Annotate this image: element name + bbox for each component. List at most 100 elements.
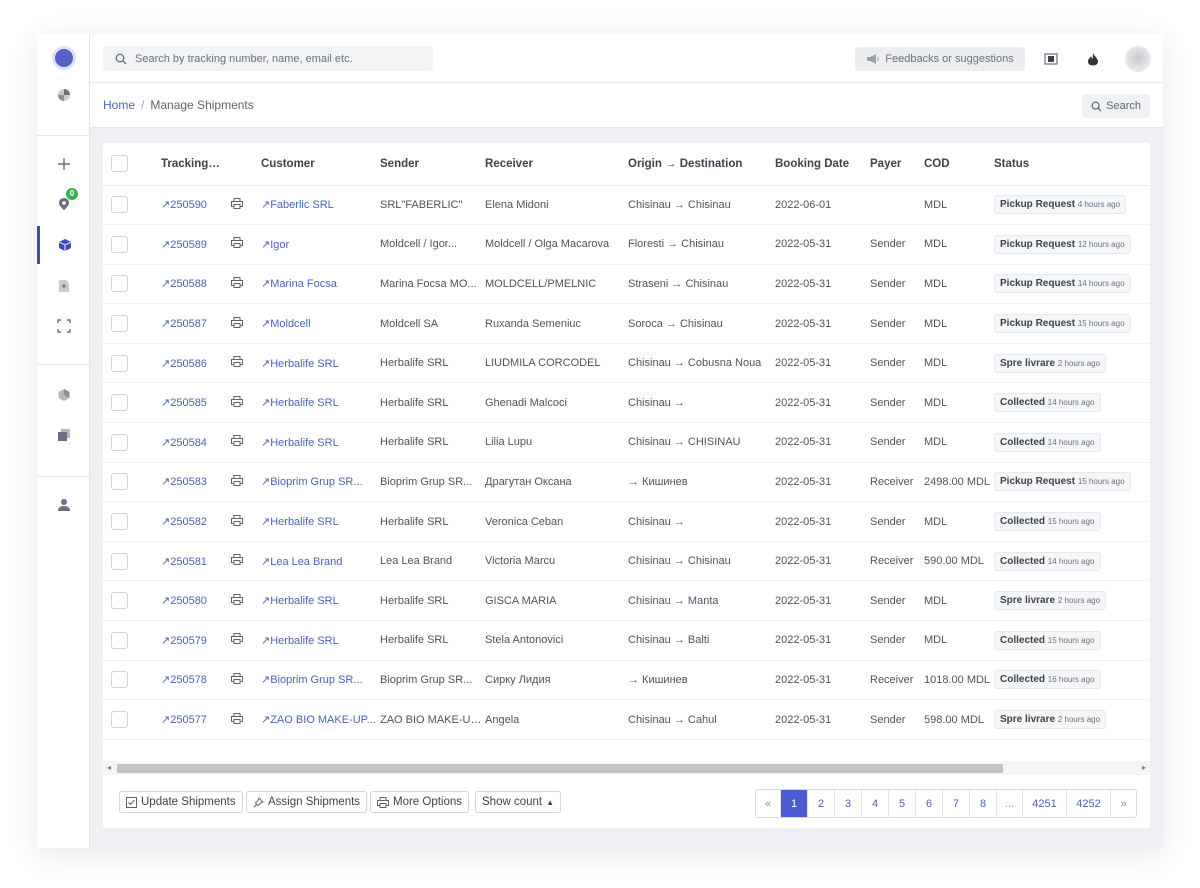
customer-link[interactable]: ↗Herbalife SRL (261, 358, 339, 370)
print-icon[interactable] (231, 356, 243, 370)
table-row[interactable]: ↗250586 ↗Herbalife SRL Herbalife SRL LIUDMI… (103, 343, 1150, 384)
pagination-page[interactable]: 4 (862, 790, 889, 817)
customer-link[interactable]: ↗Herbalife SRL (261, 397, 339, 409)
hexagon-icon[interactable] (37, 376, 90, 414)
show-count-dropdown[interactable]: Show count ▲ (475, 791, 562, 813)
print-icon[interactable] (231, 593, 243, 608)
breadcrumb-home[interactable]: Home (103, 98, 135, 112)
row-checkbox[interactable] (111, 235, 128, 253)
print-icon[interactable] (231, 237, 243, 251)
table-row[interactable]: ↗250577 ↗ZAO BIO MAKE-UP... ZAO BIO MAKE-U… (103, 699, 1150, 740)
table-row[interactable]: ↗250583 ↗Bioprim Grup SR... Bioprim Grup S… (103, 462, 1150, 503)
col-status[interactable]: Status (994, 143, 1150, 186)
tracking-link[interactable]: ↗250578 (161, 674, 207, 686)
row-checkbox[interactable] (111, 196, 128, 214)
col-tracking[interactable]: Tracking No. (143, 143, 221, 186)
row-checkbox[interactable] (111, 433, 128, 451)
tracking-link[interactable]: ↗250586 (161, 358, 207, 370)
scan-icon[interactable] (37, 307, 90, 345)
customer-link[interactable]: ↗ZAO BIO MAKE-UP... (261, 714, 376, 726)
print-icon[interactable] (231, 633, 243, 647)
row-checkbox[interactable] (111, 552, 128, 570)
table-row[interactable]: ↗250582 ↗Herbalife SRL Herbalife SRL Veroni… (103, 501, 1150, 542)
print-icon[interactable] (231, 276, 243, 291)
pagination-page[interactable]: 2 (808, 790, 835, 817)
tracking-link[interactable]: ↗250588 (161, 278, 207, 290)
customer-link[interactable]: ↗Herbalife SRL (261, 635, 339, 647)
tracking-link[interactable]: ↗250581 (161, 556, 207, 568)
select-all-checkbox[interactable] (111, 155, 128, 173)
tracking-link[interactable]: ↗250583 (161, 476, 207, 488)
customer-link[interactable]: ↗Herbalife SRL (261, 516, 339, 528)
row-checkbox[interactable] (111, 275, 128, 293)
print-icon[interactable] (231, 474, 243, 489)
table-row[interactable]: ↗250580 ↗Herbalife SRL Herbalife SRL GISCA … (103, 580, 1150, 622)
table-row[interactable]: ↗250579 ↗Herbalife SRL Herbalife SRL Stela … (103, 620, 1150, 661)
tracking-link[interactable]: ↗250590 (161, 199, 207, 211)
row-checkbox[interactable] (111, 354, 128, 372)
feedback-button[interactable]: Feedbacks or suggestions (855, 47, 1025, 71)
customer-link[interactable]: ↗Herbalife SRL (261, 437, 339, 449)
avatar[interactable] (1125, 46, 1151, 72)
box-icon[interactable] (37, 226, 90, 264)
row-checkbox[interactable] (111, 315, 128, 333)
col-payer[interactable]: Payer (870, 143, 924, 186)
more-options-button[interactable]: More Options (370, 791, 470, 813)
tracking-link[interactable]: ↗250579 (161, 635, 207, 647)
customer-link[interactable]: ↗Bioprim Grup SR... (261, 674, 363, 686)
col-booking-date[interactable]: Booking Date (775, 143, 870, 186)
print-icon[interactable] (231, 554, 243, 568)
customer-link[interactable]: ↗Herbalife SRL (261, 595, 339, 607)
table-row[interactable]: ↗250581 ↗Lea Lea Brand Lea Lea Brand Victor… (103, 541, 1150, 582)
window-icon[interactable] (1039, 47, 1063, 71)
scrollbar-thumb[interactable] (117, 764, 1003, 773)
customer-link[interactable]: ↗Lea Lea Brand (261, 556, 342, 568)
pagination-prev[interactable]: « (756, 790, 781, 817)
col-receiver[interactable]: Receiver (485, 143, 628, 186)
table-row[interactable]: ↗250578 ↗Bioprim Grup SR... Bioprim Grup S… (103, 660, 1150, 701)
print-icon[interactable] (231, 395, 243, 410)
logo[interactable] (37, 39, 90, 77)
pagination-next[interactable]: » (1111, 790, 1136, 817)
pagination-page[interactable]: 1 (781, 790, 808, 817)
table-row[interactable]: ↗250587 ↗Moldcell Moldcell SA Ruxanda Semen… (103, 303, 1150, 344)
print-icon[interactable] (231, 712, 243, 727)
table-row[interactable]: ↗250589 ↗Igor Moldcell / Igor... Moldcell /… (103, 224, 1150, 265)
pagination-page[interactable]: 4251 (1023, 790, 1067, 817)
search-input[interactable]: Search by tracking number, name, email e… (103, 46, 433, 71)
print-icon[interactable] (231, 435, 243, 449)
col-sender[interactable]: Sender (380, 143, 485, 186)
customer-link[interactable]: ↗Faberlic SRL (261, 199, 334, 211)
tracking-link[interactable]: ↗250577 (161, 714, 207, 726)
pagination-page[interactable]: 4252 (1067, 790, 1111, 817)
tracking-link[interactable]: ↗250582 (161, 516, 207, 528)
pagination-page[interactable]: 8 (970, 790, 997, 817)
print-icon[interactable] (231, 197, 243, 212)
pie-chart-icon[interactable] (37, 76, 90, 114)
table-row[interactable]: ↗250585 ↗Herbalife SRL Herbalife SRL Ghenad… (103, 382, 1150, 424)
customer-link[interactable]: ↗Bioprim Grup SR... (261, 476, 363, 488)
search-button[interactable]: Search (1082, 94, 1150, 118)
horizontal-scrollbar[interactable]: ◂ ▸ (103, 761, 1150, 775)
copy-icon[interactable] (37, 416, 90, 454)
row-checkbox[interactable] (111, 592, 128, 610)
print-icon[interactable] (231, 672, 243, 687)
table-row[interactable]: ↗250584 ↗Herbalife SRL Herbalife SRL Lilia … (103, 422, 1150, 463)
table-row[interactable]: ↗250588 ↗Marina Focsa Marina Focsa MO... MO… (103, 264, 1150, 305)
customer-link[interactable]: ↗Moldcell (261, 318, 311, 330)
pagination-page[interactable]: 5 (889, 790, 916, 817)
customer-link[interactable]: ↗Igor (261, 239, 289, 251)
row-checkbox[interactable] (111, 711, 128, 729)
col-route[interactable]: Origin → Destination (628, 143, 775, 186)
row-checkbox[interactable] (111, 671, 128, 689)
customer-link[interactable]: ↗Marina Focsa (261, 278, 337, 290)
pagination-page[interactable]: 6 (916, 790, 943, 817)
print-icon[interactable] (231, 514, 243, 529)
plus-icon[interactable] (37, 145, 90, 183)
user-icon[interactable] (37, 486, 90, 524)
pagination-page[interactable]: 3 (835, 790, 862, 817)
row-checkbox[interactable] (111, 473, 128, 491)
tracking-link[interactable]: ↗250584 (161, 437, 207, 449)
col-cod[interactable]: COD (924, 143, 994, 186)
row-checkbox[interactable] (111, 513, 128, 531)
